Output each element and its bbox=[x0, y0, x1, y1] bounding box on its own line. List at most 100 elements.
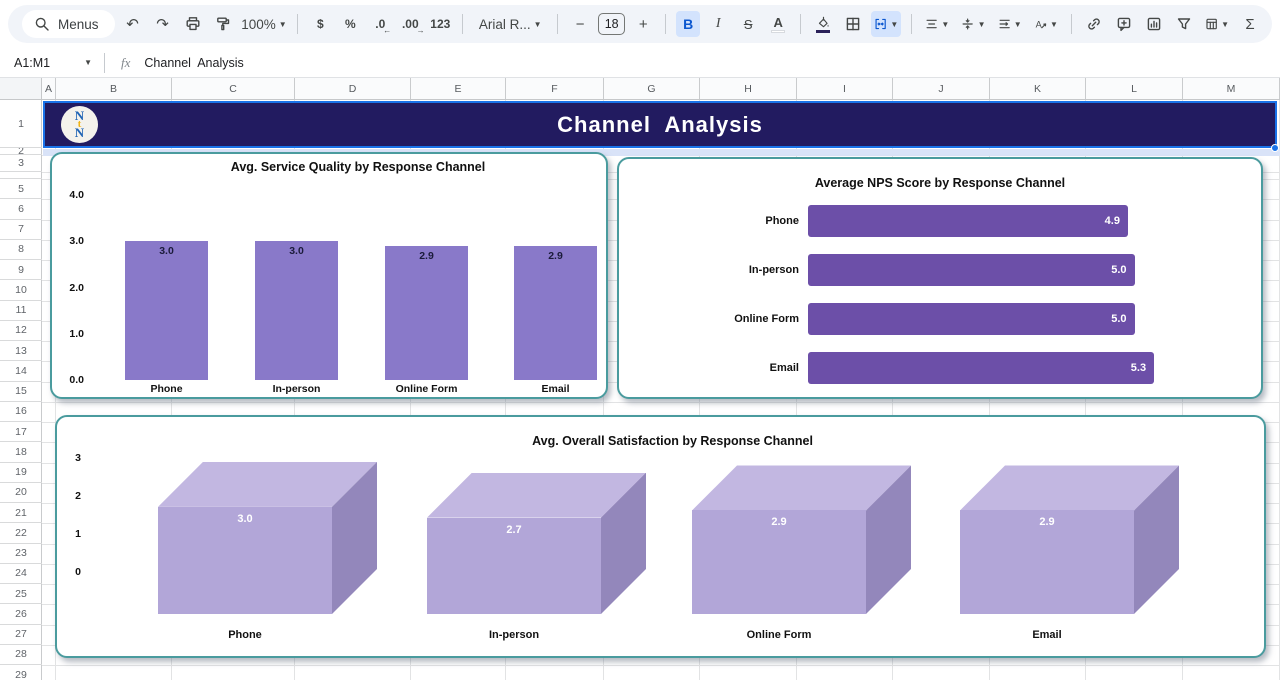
insert-link-button[interactable] bbox=[1082, 11, 1106, 37]
row-header-1[interactable]: 1 bbox=[0, 100, 42, 148]
paint-format-button[interactable] bbox=[211, 11, 235, 37]
text-wrap-button[interactable]: ▼ bbox=[995, 11, 1025, 37]
row-header-24[interactable]: 24 bbox=[0, 564, 42, 584]
column-header-F[interactable]: F bbox=[506, 78, 604, 99]
functions-button[interactable]: Σ bbox=[1238, 11, 1262, 37]
banner-cell[interactable]: NtN Channel Analysis bbox=[43, 101, 1277, 148]
italic-button[interactable]: I bbox=[706, 11, 730, 37]
column-header-J[interactable]: J bbox=[893, 78, 990, 99]
row-header-23[interactable]: 23 bbox=[0, 544, 42, 564]
number-format-button[interactable]: 123 bbox=[428, 11, 452, 37]
row-header-17[interactable]: 17 bbox=[0, 422, 42, 442]
row-header-6[interactable]: 6 bbox=[0, 199, 42, 219]
merge-cells-icon bbox=[874, 16, 887, 32]
column-header-A[interactable]: A bbox=[42, 78, 56, 99]
horizontal-align-button[interactable]: ▼ bbox=[922, 11, 952, 37]
row-header-7[interactable]: 7 bbox=[0, 220, 42, 240]
row-header-19[interactable]: 19 bbox=[0, 463, 42, 483]
undo-button[interactable]: ↶ bbox=[121, 11, 145, 37]
row-header-15[interactable]: 15 bbox=[0, 382, 42, 402]
row-header-5[interactable]: 5 bbox=[0, 179, 42, 199]
redo-button[interactable]: ↷ bbox=[151, 11, 175, 37]
row-header-13[interactable]: 13 bbox=[0, 341, 42, 361]
row-header-16[interactable]: 16 bbox=[0, 402, 42, 422]
row-header-20[interactable]: 20 bbox=[0, 483, 42, 503]
row-header-21[interactable]: 21 bbox=[0, 503, 42, 523]
y-axis-tick: 1 bbox=[65, 528, 81, 540]
row-header-14[interactable]: 14 bbox=[0, 361, 42, 381]
font-name-value: Arial R... bbox=[479, 17, 531, 32]
decrease-font-size-button[interactable]: − bbox=[568, 11, 592, 37]
column-header-I[interactable]: I bbox=[797, 78, 893, 99]
column-header-B[interactable]: B bbox=[56, 78, 172, 99]
insert-comment-button[interactable] bbox=[1112, 11, 1136, 37]
divider bbox=[104, 53, 105, 73]
row-header-27[interactable]: 27 bbox=[0, 625, 42, 645]
row-header-12[interactable]: 12 bbox=[0, 321, 42, 341]
name-box[interactable]: A1:M1 ▼ bbox=[0, 56, 100, 70]
row-header-8[interactable]: 8 bbox=[0, 240, 42, 260]
zoom-select[interactable]: 100%▼ bbox=[241, 11, 288, 37]
borders-button[interactable] bbox=[841, 11, 865, 37]
column-header-K[interactable]: K bbox=[990, 78, 1086, 99]
column-header-G[interactable]: G bbox=[604, 78, 700, 99]
row-header-9[interactable]: 9 bbox=[0, 260, 42, 280]
divider bbox=[462, 14, 463, 34]
vertical-align-button[interactable]: ▼ bbox=[958, 11, 988, 37]
strikethrough-button[interactable]: S bbox=[736, 11, 760, 37]
formula-input[interactable]: Channel Analysis bbox=[144, 56, 243, 70]
font-size-input[interactable]: 18 bbox=[598, 13, 625, 35]
chart-overall-satisfaction[interactable]: Avg. Overall Satisfaction by Response Ch… bbox=[55, 415, 1266, 658]
chevron-down-icon: ▼ bbox=[84, 58, 92, 67]
category-label: Phone bbox=[619, 215, 799, 227]
text-color-button[interactable]: A bbox=[766, 11, 790, 37]
chart-nps-score[interactable]: Average NPS Score by Response Channel Ph… bbox=[617, 157, 1263, 399]
row-header-29[interactable]: 29 bbox=[0, 665, 42, 680]
row-header-3[interactable]: 3 bbox=[0, 155, 42, 172]
column-header-M[interactable]: M bbox=[1183, 78, 1280, 99]
row-header-2[interactable]: 2 bbox=[0, 148, 42, 155]
create-filter-button[interactable] bbox=[1172, 11, 1196, 37]
sigma-icon: Σ bbox=[1245, 17, 1254, 32]
menus-button[interactable]: Menus bbox=[22, 10, 115, 38]
row-header-26[interactable]: 26 bbox=[0, 604, 42, 624]
merge-cells-button[interactable]: ▼ bbox=[871, 11, 901, 37]
divider bbox=[297, 14, 298, 34]
zoom-value: 100% bbox=[241, 17, 276, 32]
print-button[interactable] bbox=[181, 11, 205, 37]
insert-chart-button[interactable] bbox=[1142, 11, 1166, 37]
row-header-25[interactable]: 25 bbox=[0, 584, 42, 604]
row-headers: 1235678910111213141516171819202122232425… bbox=[0, 100, 42, 680]
bar-value-label: 4.9 bbox=[1105, 215, 1120, 227]
row-header-18[interactable]: 18 bbox=[0, 442, 42, 462]
text-rotation-button[interactable]: A ▼ bbox=[1031, 11, 1061, 37]
currency-format-button[interactable]: $ bbox=[308, 11, 332, 37]
row-header-28[interactable]: 28 bbox=[0, 645, 42, 665]
decrease-decimal-button[interactable]: .0← bbox=[368, 11, 392, 37]
increase-decimal-button[interactable]: .00→ bbox=[398, 11, 422, 37]
table-views-button[interactable]: ▼ bbox=[1202, 11, 1232, 37]
column-header-C[interactable]: C bbox=[172, 78, 295, 99]
row-header-10[interactable]: 10 bbox=[0, 280, 42, 300]
column-headers: ABCDEFGHIJKLM bbox=[42, 78, 1280, 100]
filter-icon bbox=[1176, 16, 1192, 32]
bold-button[interactable]: B bbox=[676, 11, 700, 37]
row-header-11[interactable]: 11 bbox=[0, 301, 42, 321]
row-header-h3[interactable] bbox=[0, 172, 42, 179]
fill-color-button[interactable] bbox=[811, 11, 835, 37]
chart-service-quality[interactable]: Avg. Service Quality by Response Channel… bbox=[50, 152, 608, 399]
column-header-L[interactable]: L bbox=[1086, 78, 1183, 99]
bar-Online Form: 2.9 bbox=[385, 246, 468, 380]
row-header-22[interactable]: 22 bbox=[0, 523, 42, 543]
bar-In-person: 3.0 bbox=[255, 241, 338, 380]
selection-handle[interactable] bbox=[1271, 144, 1279, 152]
select-all-corner[interactable] bbox=[0, 78, 42, 100]
chart-title: Average NPS Score by Response Channel bbox=[619, 176, 1261, 190]
column-header-D[interactable]: D bbox=[295, 78, 411, 99]
column-header-H[interactable]: H bbox=[700, 78, 797, 99]
percent-format-button[interactable]: % bbox=[338, 11, 362, 37]
column-header-E[interactable]: E bbox=[411, 78, 506, 99]
divider bbox=[665, 14, 666, 34]
increase-font-size-button[interactable]: + bbox=[631, 11, 655, 37]
font-name-select[interactable]: Arial R...▼ bbox=[473, 11, 547, 37]
